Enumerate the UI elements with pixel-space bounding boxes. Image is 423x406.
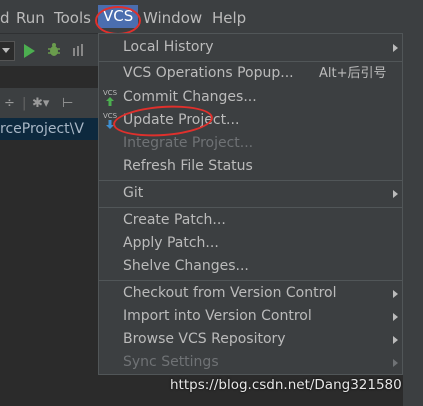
menu-commit-changes[interactable]: VCS Commit Changes... bbox=[99, 86, 402, 109]
submenu-arrow-icon bbox=[393, 313, 398, 321]
submenu-arrow-icon bbox=[393, 190, 398, 198]
menu-item-help[interactable]: Help bbox=[212, 9, 246, 27]
submenu-arrow-icon bbox=[393, 44, 398, 52]
menu-shelve-changes[interactable]: Shelve Changes... bbox=[99, 255, 402, 278]
menu-separator bbox=[99, 180, 402, 181]
debug-icon[interactable] bbox=[48, 43, 60, 57]
menu-separator bbox=[99, 280, 402, 281]
menu-label: Import into Version Control bbox=[123, 308, 312, 324]
hide-panel-icon[interactable]: ⊢ bbox=[62, 96, 73, 111]
watermark-text: https://blog.csdn.net/Dang321580 bbox=[170, 377, 402, 393]
menu-label: Integrate Project... bbox=[123, 135, 254, 151]
right-tool-strip bbox=[403, 33, 423, 406]
menu-label: Create Patch... bbox=[123, 212, 226, 228]
menu-refresh-file-status[interactable]: Refresh File Status bbox=[99, 155, 402, 178]
menu-create-patch[interactable]: Create Patch... bbox=[99, 209, 402, 232]
menu-label: Refresh File Status bbox=[123, 158, 253, 174]
menu-item-vcs[interactable]: VCS bbox=[98, 5, 139, 28]
menu-apply-patch[interactable]: Apply Patch... bbox=[99, 232, 402, 255]
menu-label: VCS Operations Popup... bbox=[123, 65, 294, 81]
menu-update-project[interactable]: VCS Update Project... bbox=[99, 109, 402, 132]
menu-shortcut: Alt+后引号 bbox=[319, 66, 387, 81]
menu-checkout-from-vc[interactable]: Checkout from Version Control bbox=[99, 282, 402, 305]
project-panel-toolbar: ÷ | ✱▾ ⊢ bbox=[0, 88, 98, 119]
submenu-arrow-icon bbox=[393, 359, 398, 367]
menu-label: Git bbox=[123, 185, 144, 201]
menu-vcs-operations-popup[interactable]: VCS Operations Popup... Alt+后引号 bbox=[99, 62, 402, 85]
menu-separator bbox=[99, 207, 402, 208]
menu-item-run[interactable]: Run bbox=[16, 9, 45, 27]
menu-import-into-vc[interactable]: Import into Version Control bbox=[99, 305, 402, 328]
run-config-dropdown[interactable] bbox=[0, 41, 15, 61]
menu-browse-vcs-repository[interactable]: Browse VCS Repository bbox=[99, 328, 402, 351]
gear-icon[interactable]: ✱▾ bbox=[32, 96, 49, 111]
menu-label: Update Project... bbox=[123, 112, 240, 128]
run-icon[interactable] bbox=[24, 44, 35, 58]
menu-item-window[interactable]: Window bbox=[143, 9, 202, 27]
menu-label: Apply Patch... bbox=[123, 235, 219, 251]
divider-icon: | bbox=[22, 96, 27, 111]
vcs-commit-icon: VCS bbox=[103, 89, 117, 106]
menu-label: Checkout from Version Control bbox=[123, 285, 337, 301]
menu-sync-settings: Sync Settings bbox=[99, 351, 402, 374]
menu-integrate-project: Integrate Project... bbox=[99, 132, 402, 155]
menu-git[interactable]: Git bbox=[99, 182, 402, 205]
menu-local-history[interactable]: Local History bbox=[99, 36, 402, 59]
menu-label: Commit Changes... bbox=[123, 89, 257, 105]
menu-label: Browse VCS Repository bbox=[123, 331, 286, 347]
submenu-arrow-icon bbox=[393, 290, 398, 298]
menu-item-tools[interactable]: Tools bbox=[54, 9, 91, 27]
collapse-icon[interactable]: ÷ bbox=[4, 96, 15, 111]
menu-label: Local History bbox=[123, 39, 214, 55]
menu-item-build[interactable]: d bbox=[0, 9, 10, 27]
editor-gap bbox=[0, 66, 98, 88]
toolbar bbox=[0, 33, 98, 67]
menu-label: Sync Settings bbox=[123, 354, 219, 370]
project-path-label[interactable]: rceProject\V bbox=[0, 118, 98, 140]
menu-label: Shelve Changes... bbox=[123, 258, 249, 274]
menu-bar: d Run Tools VCS Window Help bbox=[0, 0, 423, 33]
submenu-arrow-icon bbox=[393, 336, 398, 344]
vcs-update-icon: VCS bbox=[103, 112, 117, 129]
run-with-coverage-icon[interactable] bbox=[72, 43, 86, 57]
vcs-dropdown-menu: Local History VCS Operations Popup... Al… bbox=[98, 33, 403, 375]
